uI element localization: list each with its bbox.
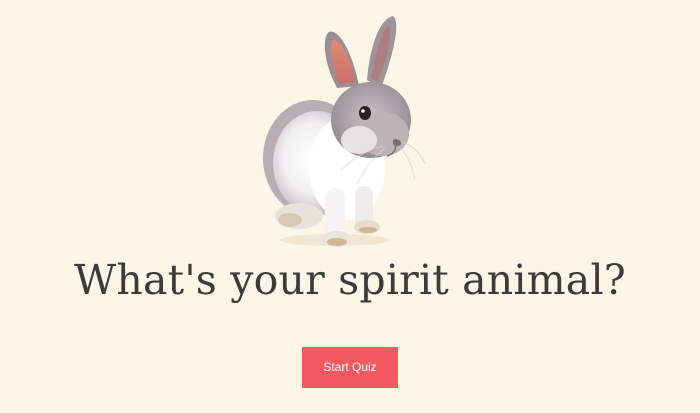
quiz-landing: What's your spirit animal? Start Quiz [0, 0, 700, 413]
rabbit-image [263, 16, 425, 247]
start-quiz-button[interactable]: Start Quiz [302, 347, 398, 388]
quiz-title: What's your spirit animal? [74, 256, 626, 304]
